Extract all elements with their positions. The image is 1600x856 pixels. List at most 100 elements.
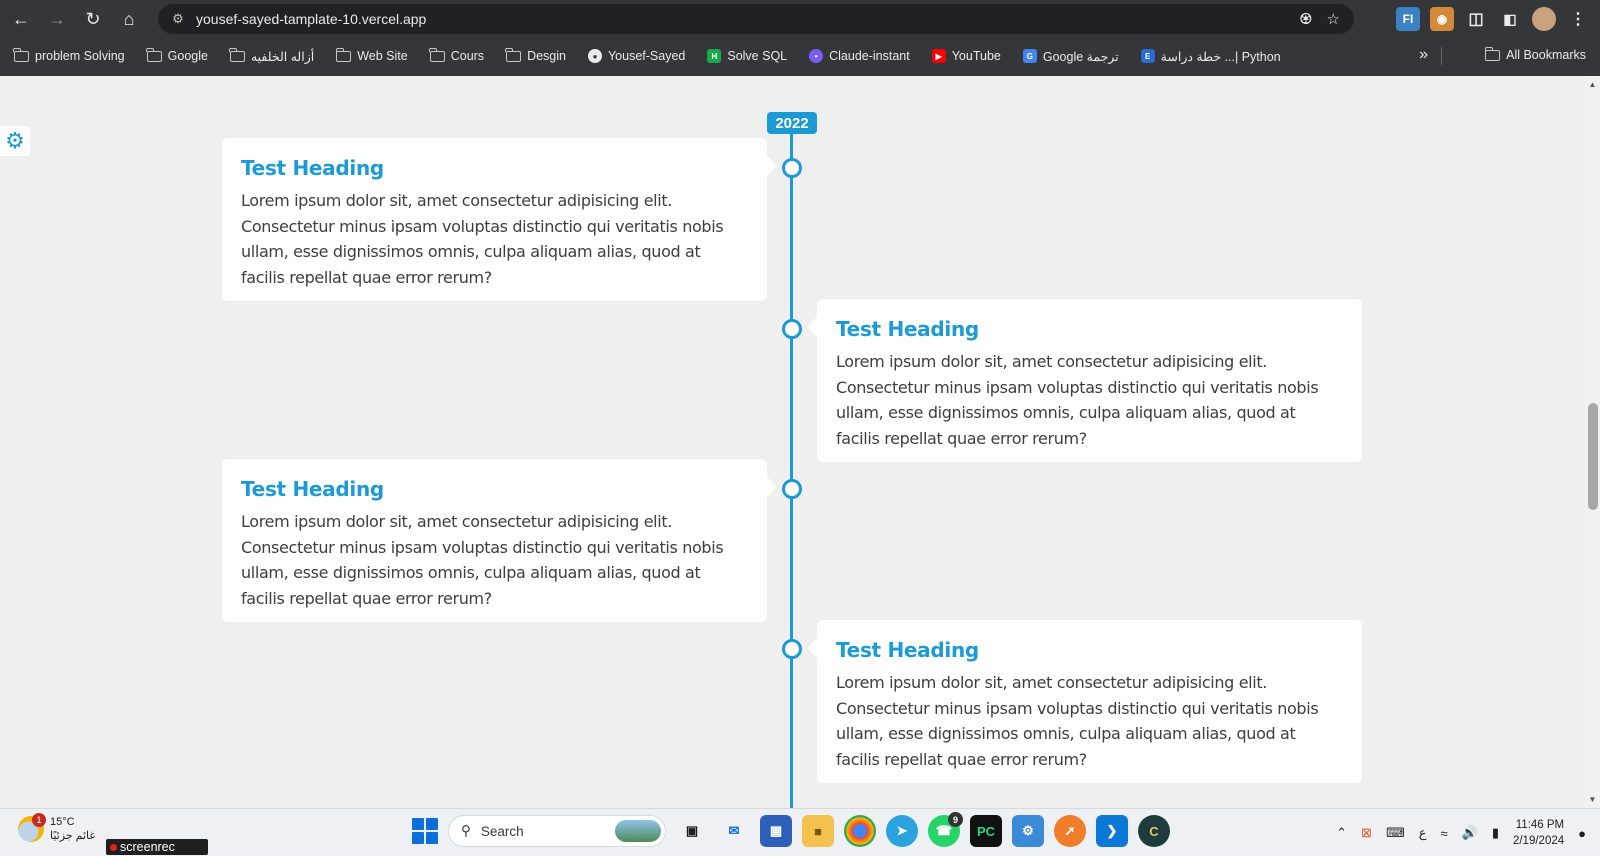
bookmark-item[interactable]: ▶ YouTube xyxy=(931,49,1001,63)
poe-icon: • xyxy=(809,49,824,63)
folder-icon xyxy=(146,47,162,62)
timeline-dot xyxy=(782,158,802,178)
page-scrollbar[interactable]: ▲ ▼ xyxy=(1585,76,1600,808)
timeline-dot xyxy=(782,479,802,499)
folder-icon xyxy=(335,47,352,62)
taskbar-search[interactable]: ⚲ Search xyxy=(448,815,666,847)
screenrec-badge: screenrec xyxy=(106,839,208,855)
timeline-card: Test Heading Lorem ipsum dolor sit, amet… xyxy=(807,620,1362,783)
file-explorer-icon[interactable]: ■ xyxy=(802,815,834,847)
system-tray: ⌃ ⊠ ⌨ ع ≈ 🔊 ▮ 11:46 PM 2/19/2024 ● xyxy=(1336,809,1586,856)
settings-toggle[interactable]: ⚙ xyxy=(0,126,30,156)
gear-icon: ⚙ xyxy=(5,128,25,153)
home-icon[interactable]: ⌂ xyxy=(114,4,144,34)
clock-time: 11:46 PM xyxy=(1515,819,1565,831)
extensions-puzzle-icon[interactable]: ◫ xyxy=(1464,7,1488,31)
browser-chrome: ← → ↻ ⌂ ⚙ yousef-sayed-tamplate-10.verce… xyxy=(0,0,1600,76)
e-icon: E xyxy=(1140,49,1155,63)
windows-start-icon[interactable] xyxy=(412,818,438,844)
taskbar-apps: ⚲ Search ▣ ✉ ▦ ■ ➤ ☎ 9 PC ⚙ ➚ ❯ C xyxy=(412,812,1170,847)
weather-temp: 15°C xyxy=(50,816,75,828)
bookmark-item[interactable]: problem Solving xyxy=(13,47,125,63)
bookmark-item[interactable]: Web Site xyxy=(335,47,408,63)
chrome-icon[interactable] xyxy=(844,815,876,847)
card-heading: Test Heading xyxy=(241,477,384,501)
folder-icon xyxy=(1484,46,1501,61)
timeline-dot xyxy=(782,639,802,659)
windows-taskbar: 1 15°C غائم جزئيًا screenrec ⚲ Search ▣ … xyxy=(0,808,1600,856)
bookmark-item[interactable]: Desgin xyxy=(505,47,566,63)
bookmarks-separator xyxy=(1441,47,1442,65)
folder-icon xyxy=(13,47,29,62)
battery-icon[interactable]: ▮ xyxy=(1492,825,1499,841)
youtube-icon: ▶ xyxy=(931,49,946,63)
reload-icon[interactable]: ↻ xyxy=(78,4,108,34)
folder-icon xyxy=(429,47,445,62)
timeline-dot xyxy=(782,319,802,339)
card-text: Lorem ipsum dolor sit, amet consectetur … xyxy=(836,352,1319,448)
menu-kebab-icon[interactable]: ⋮ xyxy=(1566,7,1590,31)
store-icon[interactable]: ▦ xyxy=(760,815,792,847)
bookmark-star-icon[interactable]: ☆ xyxy=(1327,10,1340,28)
extension-hat-icon[interactable]: ◉ xyxy=(1430,7,1454,31)
clock[interactable]: 11:46 PM 2/19/2024 xyxy=(1513,817,1564,849)
postman-icon[interactable]: ➚ xyxy=(1054,815,1086,847)
weather-cloud-sun-icon: 1 xyxy=(18,813,46,842)
card-heading: Test Heading xyxy=(836,638,979,662)
side-panel-icon[interactable]: ◧ xyxy=(1498,7,1522,31)
card-heading: Test Heading xyxy=(241,156,384,180)
weather-widget[interactable]: 1 15°C غائم جزئيًا xyxy=(18,813,96,843)
search-placeholder: Search xyxy=(480,823,524,839)
xampp-tray-icon[interactable]: ⊠ xyxy=(1361,825,1372,841)
network-tool-icon[interactable]: ⚙ xyxy=(1012,815,1044,847)
whatsapp-badge: 9 xyxy=(948,812,963,827)
scroll-up-arrow-icon[interactable]: ▲ xyxy=(1588,80,1597,89)
whatsapp-icon[interactable]: ☎ 9 xyxy=(928,812,963,847)
search-icon: ⚲ xyxy=(461,823,471,838)
input-language[interactable]: ع xyxy=(1419,825,1427,841)
site-info-icon[interactable]: ⚙ xyxy=(168,9,188,29)
task-view-icon[interactable]: ▣ xyxy=(676,815,708,847)
notifications-icon[interactable]: ● xyxy=(1578,826,1586,841)
card-text: Lorem ipsum dolor sit, amet consectetur … xyxy=(836,673,1319,769)
telegram-icon[interactable]: ➤ xyxy=(886,815,918,847)
bookmark-item[interactable]: Google xyxy=(146,47,208,63)
bookmark-item[interactable]: H Solve SQL xyxy=(707,49,787,63)
pycharm-icon[interactable]: PC xyxy=(970,815,1002,847)
all-bookmarks-button[interactable]: All Bookmarks xyxy=(1484,46,1586,62)
record-dot-icon xyxy=(110,843,117,851)
bookmark-item[interactable]: Cours xyxy=(429,47,484,63)
translate-icon[interactable]: ♼ xyxy=(1299,10,1312,28)
profile-avatar[interactable] xyxy=(1532,7,1556,31)
timeline-card: Test Heading Lorem ipsum dolor sit, amet… xyxy=(222,459,777,622)
globe-icon: ● xyxy=(587,49,602,63)
extensions-area: FI ◉ ◫ ◧ ⋮ xyxy=(1396,4,1600,34)
bookmarks-overflow-icon[interactable]: » xyxy=(1419,46,1428,64)
bookmark-item[interactable]: ● Yousef-Sayed xyxy=(587,49,685,63)
folder-icon xyxy=(229,47,245,62)
card-text: Lorem ipsum dolor sit, amet consectetur … xyxy=(241,191,724,287)
wifi-icon[interactable]: ≈ xyxy=(1440,826,1447,841)
bookmark-item[interactable]: • Claude-instant xyxy=(809,49,910,63)
app-c-icon[interactable]: C xyxy=(1138,815,1170,847)
bookmark-item[interactable]: G Google ترجمة xyxy=(1022,49,1119,64)
forward-icon[interactable]: → xyxy=(42,4,72,34)
scroll-thumb[interactable] xyxy=(1588,403,1598,510)
folder-icon xyxy=(505,47,522,62)
mail-icon[interactable]: ✉ xyxy=(718,815,750,847)
bookmark-item[interactable]: E خطة دراسة ...| Python xyxy=(1140,49,1281,64)
card-heading: Test Heading xyxy=(836,317,979,341)
timeline-card: Test Heading Lorem ipsum dolor sit, amet… xyxy=(807,299,1362,462)
scroll-down-arrow-icon[interactable]: ▼ xyxy=(1588,795,1597,804)
vscode-icon[interactable]: ❯ xyxy=(1096,815,1128,847)
timeline-card: Test Heading Lorem ipsum dolor sit, amet… xyxy=(222,138,777,301)
address-bar[interactable]: ⚙ yousef-sayed-tamplate-10.vercel.app ♼ … xyxy=(158,4,1354,34)
weather-desc: غائم جزئيًا xyxy=(50,830,96,842)
volume-icon[interactable]: 🔊 xyxy=(1462,825,1478,841)
bookmark-item[interactable]: أزاله الخلفيه xyxy=(229,47,314,64)
extension-fi-icon[interactable]: FI xyxy=(1396,7,1420,31)
keyboard-icon[interactable]: ⌨ xyxy=(1386,825,1405,841)
url-text[interactable]: yousef-sayed-tamplate-10.vercel.app xyxy=(196,11,426,27)
tray-overflow-icon[interactable]: ⌃ xyxy=(1336,825,1347,841)
back-icon[interactable]: ← xyxy=(6,4,36,34)
